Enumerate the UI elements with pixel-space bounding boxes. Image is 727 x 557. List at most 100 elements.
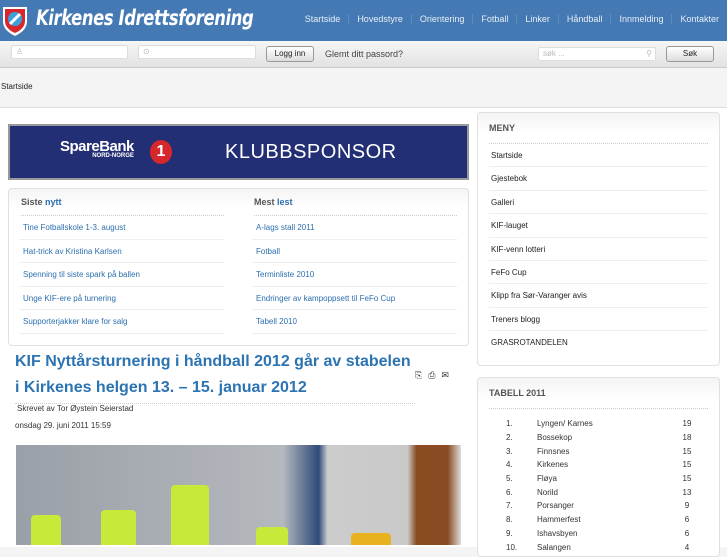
article-date: onsdag 29. juni 2011 15:59 (15, 421, 111, 430)
login-bar: ♙ ⊙ Logg inn Glemt ditt passord? søk ...… (0, 41, 727, 68)
popular-link[interactable]: Endringer av kampoppsett til FeFo Cup (252, 287, 457, 310)
main-nav: Startside Hovedstyre Orientering Fotball… (297, 14, 727, 24)
menu-item[interactable]: KIF-lauget (489, 214, 708, 238)
team: Kirkenes (537, 460, 569, 470)
position: 9. (506, 528, 513, 538)
news-link[interactable]: Tine Fotballskole 1-3. august (19, 216, 224, 240)
standings-heading: TABELL 2011 (489, 388, 708, 409)
points: 9 (684, 501, 690, 511)
team: Norild (537, 487, 558, 497)
username-input[interactable]: ♙ (11, 45, 128, 59)
position: 3. (506, 446, 513, 456)
position: 2. (506, 433, 513, 443)
lock-icon: ⊙ (143, 47, 150, 56)
news-link[interactable]: Supporterjakker klare for salg (19, 310, 224, 334)
standings-row: 2. Bossekop 18 (498, 431, 707, 445)
position: 7. (506, 501, 513, 511)
points: 4 (684, 542, 690, 552)
site-title[interactable]: Kirkenes Idrettsforening (36, 6, 254, 30)
article-author: Skrevet av Tor Øystein Seierstad (17, 404, 134, 413)
password-input[interactable]: ⊙ (138, 45, 256, 59)
standings-row: 8. Hammerfest 6 (498, 513, 707, 527)
points: 13 (682, 487, 692, 497)
popular-link[interactable]: Terminliste 2010 (252, 263, 457, 287)
standings-row: 7. Porsanger 9 (498, 499, 707, 513)
standings-row: 6. Norild 13 (498, 485, 707, 499)
most-read-heading: Mest lest (254, 197, 457, 216)
sparebank-logo-icon: 1 (150, 140, 172, 164)
team: Porsanger (537, 501, 574, 511)
menu-item[interactable]: Startside (489, 144, 708, 168)
points: 18 (682, 433, 692, 443)
search-button[interactable]: Søk (666, 46, 714, 62)
popular-link[interactable]: Fotball (252, 240, 457, 263)
print-icon[interactable]: ⎙ (428, 370, 435, 381)
sponsor-banner[interactable]: SpareBank NORD-NORGE 1 KLUBBSPONSOR (8, 124, 469, 180)
standings-table: 1. Lyngen/ Karnes 19 2. Bossekop 18 3. Finnsnes… (498, 417, 707, 554)
nav-linker[interactable]: Linker (517, 14, 559, 24)
article-title[interactable]: KIF Nyttårsturnering i håndball 2012 går… (15, 349, 415, 404)
article-photo (16, 445, 461, 545)
standings-row: 1. Lyngen/ Karnes 19 (498, 417, 707, 431)
standings-row: 10. Salangen 4 (498, 540, 707, 554)
points: 15 (682, 474, 692, 484)
position: 1. (506, 419, 513, 429)
position: 4. (506, 460, 513, 470)
breadcrumb[interactable]: Startside (1, 82, 33, 91)
nav-innmelding[interactable]: Innmelding (611, 14, 673, 24)
news-link[interactable]: Hat-trick av Kristina Karlsen (19, 240, 224, 263)
menu-item[interactable]: Klipp fra Sør-Varanger avis (489, 284, 708, 308)
banner-text: KLUBBSPONSOR (225, 141, 397, 163)
latest-heading: Siste nytt (21, 197, 224, 216)
menu-item[interactable]: Treners blogg (489, 308, 708, 332)
menu-item[interactable]: KIF-venn lotteri (489, 238, 708, 261)
menu-item[interactable]: GRASROTANDELEN (489, 331, 708, 354)
points: 15 (682, 446, 692, 456)
position: 5. (506, 474, 513, 484)
standings-row: 4. Kirkenes 15 (498, 458, 707, 472)
search-icon: ⚲ (646, 49, 652, 58)
search-input[interactable]: søk ... ⚲ (538, 47, 656, 61)
team: Finnsnes (537, 446, 570, 456)
nav-handball[interactable]: Håndball (559, 14, 612, 24)
nav-fotball[interactable]: Fotball (473, 14, 518, 24)
position: 6. (506, 487, 513, 497)
points: 6 (684, 515, 690, 525)
team: Salangen (537, 542, 571, 552)
team: Fløya (537, 474, 557, 484)
standings-row: 5. Fløya 15 (498, 472, 707, 486)
menu-box: MENY Startside Gjestebok Galleri KIF-lau… (477, 112, 720, 366)
points: 15 (682, 460, 692, 470)
news-link[interactable]: Unge KIF-ere på turnering (19, 287, 224, 310)
points: 6 (684, 528, 690, 538)
team: Ishavsbyen (537, 528, 578, 538)
latest-news: Siste nytt Tine Fotballskole 1-3. august… (19, 189, 224, 334)
nav-orientering[interactable]: Orientering (412, 14, 474, 24)
email-icon[interactable]: ✉ (441, 370, 449, 381)
nav-kontakter[interactable]: Kontakter (672, 14, 727, 24)
forgot-password-link[interactable]: Glemt ditt passord? (325, 49, 403, 59)
header: Kirkenes Idrettsforening Startside Hoved… (0, 0, 727, 41)
news-link[interactable]: Spenning til siste spark på ballen (19, 263, 224, 287)
standings-row: 3. Finnsnes 15 (498, 444, 707, 458)
menu-item[interactable]: FeFo Cup (489, 261, 708, 285)
position: 10. (506, 542, 518, 552)
popular-link[interactable]: Tabell 2010 (252, 310, 457, 334)
team: Lyngen/ Karnes (537, 419, 593, 429)
most-read: Mest lest A-lags stall 2011 Fotball Term… (252, 189, 457, 334)
menu-item[interactable]: Galleri (489, 191, 708, 215)
position: 8. (506, 515, 513, 525)
news-box: Siste nytt Tine Fotballskole 1-3. august… (8, 188, 469, 346)
club-logo-icon[interactable] (2, 5, 28, 36)
popular-link[interactable]: A-lags stall 2011 (252, 216, 457, 240)
user-icon: ♙ (16, 47, 24, 56)
points: 19 (682, 419, 692, 429)
menu-item[interactable]: Gjestebok (489, 167, 708, 191)
login-button[interactable]: Logg inn (266, 46, 314, 62)
pdf-icon[interactable]: ⎘ (415, 370, 422, 381)
nav-startside[interactable]: Startside (297, 14, 350, 24)
team: Bossekop (537, 433, 573, 443)
team: Hammerfest (537, 515, 581, 525)
standings-box: TABELL 2011 1. Lyngen/ Karnes 19 2. Bossekop… (477, 377, 720, 557)
nav-hovedstyre[interactable]: Hovedstyre (349, 14, 412, 24)
